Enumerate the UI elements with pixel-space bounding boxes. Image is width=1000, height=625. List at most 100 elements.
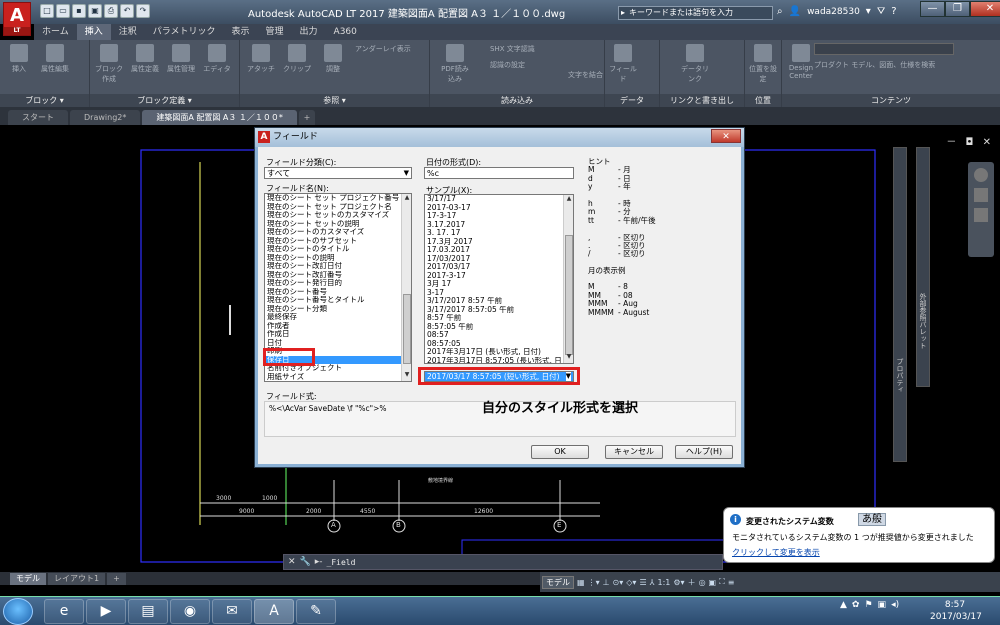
ime-toolbar[interactable]: あ般 — [858, 513, 886, 526]
sample-item[interactable]: 3/17/17 — [425, 195, 573, 204]
field-name-item[interactable]: 現在のシート改訂番号 — [265, 271, 411, 280]
field-name-item[interactable]: 現在のシート分類 — [265, 305, 411, 314]
new-icon[interactable]: □ — [40, 4, 54, 18]
sample-item[interactable]: 17.03.2017 — [425, 246, 573, 255]
tab-drawing2[interactable]: Drawing2* — [70, 110, 141, 125]
zoom-icon[interactable] — [974, 208, 988, 222]
exchange-icon[interactable]: ▾ — [866, 6, 871, 17]
block-panel-title[interactable]: ブロック ▾ — [0, 94, 89, 107]
flag-icon[interactable]: ⚑ — [864, 600, 872, 610]
dialog-title-bar[interactable]: A フィールド ✕ — [255, 128, 744, 147]
ie-icon[interactable]: e — [44, 599, 84, 624]
view-changes-link[interactable]: クリックして変更を表示 — [732, 547, 820, 558]
sample-item[interactable]: 3-17 — [425, 289, 573, 298]
gear-icon[interactable]: ⚙▾ — [673, 578, 684, 587]
field-name-item[interactable]: 現在のシート番号 — [265, 288, 411, 297]
isolate-icon[interactable]: ◎ — [699, 578, 706, 587]
paint-icon[interactable]: ✎ — [296, 599, 336, 624]
maximize-button[interactable]: ❐ — [945, 1, 970, 17]
plus-icon[interactable]: ＋ — [688, 577, 696, 588]
field-list-scroll-thumb[interactable] — [403, 294, 411, 364]
field-name-item[interactable]: 現在のシート セット プロジェクト名 — [265, 203, 411, 212]
sample-item[interactable]: 8:57:05 午前 — [425, 323, 573, 332]
sample-item[interactable]: 3月 17 — [425, 280, 573, 289]
tab-insert[interactable]: 挿入 — [76, 24, 111, 40]
print-icon[interactable]: ⎙ — [104, 4, 118, 18]
field-button[interactable]: フィールド — [608, 44, 638, 84]
data-link-button[interactable]: データリンク — [680, 44, 710, 84]
field-name-item[interactable]: 最終保存 — [265, 313, 411, 322]
ortho-icon[interactable]: ⊥ — [603, 578, 610, 587]
reference-panel-title[interactable]: 参照 ▾ — [240, 94, 429, 107]
save-icon[interactable]: ▪ — [72, 4, 86, 18]
sample-item[interactable]: 3. 17. 17 — [425, 229, 573, 238]
start-button[interactable] — [3, 598, 33, 625]
dialog-close-button[interactable]: ✕ — [711, 129, 741, 143]
close-button[interactable]: ✕ — [970, 1, 1000, 17]
shx-text-recognition[interactable]: SHX 文字認識 — [490, 44, 535, 54]
acrobat-icon[interactable]: ✿ — [852, 600, 860, 610]
block-definition-panel-title[interactable]: ブロック定義 ▾ — [90, 94, 239, 107]
recognition-settings[interactable]: 認識の設定 — [490, 60, 525, 70]
sample-item[interactable]: 3/17/2017 8:57:05 午前 — [425, 306, 573, 315]
tab-annotate[interactable]: 注釈 — [111, 24, 145, 40]
sample-list[interactable]: ▲ ▼ 3/17/17 2017-03-17 17-3-17 3.17.2017 3. … — [424, 194, 574, 364]
grid-icon[interactable]: ▦ — [577, 578, 585, 587]
category-select[interactable]: すべて ▼ — [264, 167, 412, 179]
application-menu-button[interactable]: A LT — [3, 2, 31, 36]
scroll-down-icon[interactable]: ▼ — [564, 353, 573, 363]
user-name[interactable]: wada28530 — [807, 7, 860, 17]
scroll-down-icon[interactable]: ▼ — [402, 371, 411, 381]
volume-icon[interactable]: ◂) — [891, 600, 899, 610]
network-icon[interactable]: ▣ — [878, 600, 887, 610]
field-name-item[interactable]: 現在のシート セットの説明 — [265, 220, 411, 229]
lineweight-icon[interactable]: ☰ — [639, 578, 646, 587]
viewport-controls[interactable]: － ◘ ✕ — [946, 133, 994, 148]
search-input[interactable]: ▸ キーワードまたは語句を入力 — [618, 6, 773, 20]
hardware-icon[interactable]: ▣ — [709, 578, 717, 587]
a360-icon[interactable]: ⛛ — [877, 6, 885, 17]
field-name-item[interactable]: 現在のシート発行目的 — [265, 279, 411, 288]
tab-layout1[interactable]: レイアウト1 — [48, 572, 106, 585]
underlay-display-button[interactable]: アンダーレイ表示 — [355, 44, 411, 54]
attach-button[interactable]: アタッチ — [246, 44, 276, 84]
adjust-button[interactable]: 調整 — [318, 44, 348, 84]
sample-list-scrollbar[interactable]: ▲ ▼ — [563, 195, 573, 363]
fullscreen-icon[interactable]: ⛶ — [719, 577, 725, 587]
field-name-item[interactable]: 現在のシート セットのカスタマイズ — [265, 211, 411, 220]
field-name-item[interactable]: 作成者 — [265, 322, 411, 331]
minimize-button[interactable]: — — [920, 1, 945, 17]
polar-icon[interactable]: ⊙▾ — [613, 578, 624, 587]
sample-item[interactable]: 2017年3月17日 8:57:05 (長い形式, 日 — [425, 357, 573, 364]
autocad-taskbar-icon[interactable]: A — [254, 599, 294, 624]
tab-view[interactable]: 表示 — [224, 24, 258, 40]
command-text[interactable]: _Field — [327, 558, 356, 567]
field-name-item[interactable]: 現在のシート改訂日付 — [265, 262, 411, 271]
field-name-item[interactable]: 現在のシート番号とタイトル — [265, 296, 411, 305]
sample-item[interactable]: 8:57 午前 — [425, 314, 573, 323]
new-tab-button[interactable]: + — [298, 110, 315, 125]
navigation-bar[interactable] — [968, 162, 994, 257]
field-name-item[interactable]: 用紙サイズ — [265, 373, 411, 382]
tab-parametric[interactable]: パラメトリック — [145, 24, 224, 40]
menu-icon[interactable]: ≡ — [728, 578, 735, 587]
help-icon[interactable]: ? — [891, 6, 896, 17]
add-layout-button[interactable]: + — [107, 572, 126, 585]
chrome-icon[interactable]: ◉ — [170, 599, 210, 624]
snap-icon[interactable]: ⋮▾ — [588, 578, 600, 587]
user-icon[interactable]: 👤 — [789, 6, 801, 17]
osnap-icon[interactable]: ◇▾ — [626, 578, 636, 587]
annotation-scale[interactable]: 1:1 — [658, 578, 671, 587]
undo-icon[interactable]: ↶ — [120, 4, 134, 18]
wrench-icon[interactable]: 🔧 — [300, 557, 311, 567]
pan-icon[interactable] — [974, 188, 988, 202]
define-attribute-button[interactable]: 属性定義 — [130, 44, 160, 84]
help-button[interactable]: ヘルプ(H) — [675, 445, 733, 459]
field-name-item[interactable]: 作成日 — [265, 330, 411, 339]
tab-start[interactable]: スタート — [8, 110, 68, 125]
media-player-icon[interactable]: ▶ — [86, 599, 126, 624]
combine-text[interactable]: 文字を結合 — [568, 70, 603, 80]
cancel-button[interactable]: キャンセル — [605, 445, 663, 459]
manage-attribute-button[interactable]: 属性管理 — [166, 44, 196, 84]
sample-item[interactable]: 3.17.2017 — [425, 221, 573, 230]
